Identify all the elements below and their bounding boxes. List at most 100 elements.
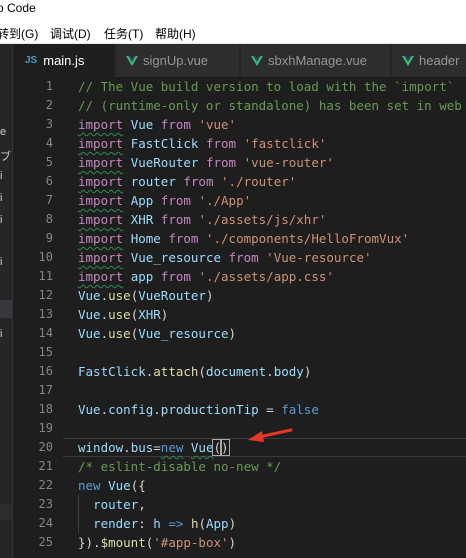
line-number: 15 bbox=[38, 345, 53, 359]
keyword-token: new bbox=[78, 478, 101, 493]
function-token: use bbox=[108, 326, 131, 341]
line-number: 23 bbox=[38, 497, 53, 511]
code-line[interactable]: 14 Vue.use(Vue_resource) bbox=[13, 324, 466, 343]
keyword-token: from bbox=[205, 136, 237, 151]
keyword-token: from bbox=[160, 269, 191, 284]
code-text: router, bbox=[78, 495, 146, 514]
code-line[interactable]: 8 import XHR from './assets/js/xhr' bbox=[13, 210, 466, 229]
tab-label: header bbox=[419, 53, 460, 68]
code-line[interactable]: 22 new Vue({ bbox=[13, 476, 466, 495]
code-line[interactable]: 18 Vue.config.productionTip = false bbox=[13, 400, 466, 419]
code-text: window.bus=new Vue() bbox=[78, 438, 230, 457]
string-token: 'Vue-resource' bbox=[266, 250, 372, 265]
code-line[interactable]: 1 // The Vue build version to load with t… bbox=[13, 77, 466, 96]
code-text: import app from './assets/app.css' bbox=[78, 267, 334, 286]
vue-file-icon bbox=[402, 55, 414, 66]
code-line[interactable]: 2 // (runtime-only or standalone) has bee… bbox=[13, 96, 466, 115]
punctuation-token bbox=[198, 155, 206, 170]
punctuation-token: ) bbox=[160, 307, 169, 322]
code-line[interactable]: 21 /* eslint-disable no-new */ bbox=[13, 457, 466, 476]
code-line[interactable]: 20 window.bus=new Vue() bbox=[13, 438, 466, 457]
code-line[interactable]: 23 router, bbox=[13, 495, 466, 514]
keyword-token: import bbox=[78, 231, 124, 246]
code-line[interactable]: 16 FastClick.attach(document.body) bbox=[13, 362, 466, 381]
sidebar-text-fragment[interactable]: i bbox=[0, 170, 12, 182]
sidebar-text-fragment[interactable]: i bbox=[0, 192, 12, 204]
sidebar-text-fragment[interactable]: e bbox=[0, 126, 12, 138]
code-editor[interactable]: 1 // The Vue build version to load with t… bbox=[13, 77, 466, 558]
sidebar-selected-row[interactable] bbox=[0, 300, 12, 318]
identifier-token: h bbox=[153, 516, 161, 531]
identifier-token: Vue bbox=[130, 117, 154, 132]
keyword-token: import bbox=[78, 117, 124, 132]
code-line[interactable]: 13 Vue.use(XHR) bbox=[13, 305, 466, 324]
menu-tasks[interactable]: 任务(T) bbox=[104, 25, 143, 42]
string-token: './assets/js/xhr' bbox=[198, 212, 327, 227]
tab-label: main.js bbox=[43, 53, 85, 68]
code-line[interactable]: 6 import router from './router' bbox=[13, 172, 466, 191]
string-token: 'vue-router' bbox=[243, 155, 334, 170]
sidebar-text-fragment[interactable]: ブ bbox=[0, 148, 12, 164]
line-number: 22 bbox=[38, 478, 53, 492]
title-bar: o Code bbox=[0, 0, 466, 20]
code-line[interactable]: 11 import app from './assets/app.css' bbox=[13, 267, 466, 286]
code-line[interactable]: 5 import VueRouter from 'vue-router' bbox=[13, 153, 466, 172]
code-line[interactable]: 15 bbox=[13, 343, 466, 362]
punctuation-token bbox=[101, 478, 109, 493]
punctuation-token bbox=[123, 269, 131, 284]
tab-header-vue[interactable]: header bbox=[392, 44, 466, 77]
code-line[interactable]: 3 import Vue from 'vue' bbox=[13, 115, 466, 134]
sidebar-text-fragment[interactable]: i bbox=[0, 328, 12, 340]
code-line[interactable]: 25}).$mount('#app-box') bbox=[13, 533, 466, 552]
code-text: FastClick.attach(document.body) bbox=[78, 362, 311, 381]
vue-file-icon bbox=[126, 55, 138, 66]
function-token: use bbox=[108, 288, 131, 303]
code-text: render: h => h(App) bbox=[78, 514, 236, 533]
identifier-token: VueRouter bbox=[138, 288, 206, 303]
code-text: import XHR from './assets/js/xhr' bbox=[78, 210, 326, 229]
sidebar-text-fragment[interactable]: i bbox=[0, 214, 12, 226]
tab-label: signUp.vue bbox=[143, 53, 209, 68]
punctuation-token: }). bbox=[78, 535, 101, 550]
keyword-token: new bbox=[160, 440, 184, 455]
code-text: import FastClick from 'fastclick' bbox=[78, 134, 326, 153]
code-line[interactable]: 10 import Vue_resource from 'Vue-resource… bbox=[13, 248, 466, 267]
identifier-token: Vue bbox=[190, 440, 214, 455]
menu-goto[interactable]: 转到(G) bbox=[0, 25, 38, 42]
code-line[interactable]: 9 import Home from './components/HelloFro… bbox=[13, 229, 466, 248]
menu-debug[interactable]: 调试(D) bbox=[50, 25, 91, 42]
line-number: 16 bbox=[38, 364, 53, 378]
code-line[interactable]: 17 bbox=[13, 381, 466, 400]
tab-sbxhmanage-vue[interactable]: sbxhManage.vue bbox=[241, 44, 391, 77]
code-line[interactable]: 19 bbox=[13, 419, 466, 438]
keyword-token: from bbox=[205, 155, 237, 170]
identifier-token: App bbox=[206, 516, 229, 531]
js-file-icon: JS bbox=[25, 55, 38, 66]
punctuation-token bbox=[123, 174, 131, 189]
keyword-token: from bbox=[160, 212, 191, 227]
code-line[interactable]: 24 render: h => h(App) bbox=[13, 514, 466, 533]
code-text: Vue.config.productionTip = false bbox=[78, 400, 319, 419]
punctuation-token bbox=[123, 231, 131, 246]
code-line[interactable]: 7 import App from './App' bbox=[13, 191, 466, 210]
menu-help[interactable]: 帮助(H) bbox=[155, 25, 196, 42]
identifier-token: body bbox=[273, 364, 304, 379]
punctuation-token bbox=[123, 136, 131, 151]
code-text: }).$mount('#app-box') bbox=[78, 533, 236, 552]
line-number: 1 bbox=[45, 79, 53, 93]
sidebar-row[interactable] bbox=[0, 504, 12, 520]
line-number: 20 bbox=[38, 440, 53, 454]
code-line[interactable]: 4 import FastClick from 'fastclick' bbox=[13, 134, 466, 153]
punctuation-token: . bbox=[100, 307, 109, 322]
tab-signup-vue[interactable]: signUp.vue bbox=[116, 44, 240, 77]
punctuation-token bbox=[78, 497, 93, 512]
code-line[interactable]: 12 Vue.use(VueRouter) bbox=[13, 286, 466, 305]
punctuation-token bbox=[153, 212, 161, 227]
punctuation-token bbox=[221, 250, 229, 265]
sidebar-text-fragment[interactable]: i bbox=[0, 256, 12, 268]
punctuation-token: ) bbox=[228, 516, 237, 531]
string-token: 'fastclick' bbox=[243, 136, 327, 151]
punctuation-token: . bbox=[100, 402, 109, 417]
tab-main-js[interactable]: JS main.js bbox=[13, 44, 115, 77]
punctuation-token bbox=[153, 193, 161, 208]
